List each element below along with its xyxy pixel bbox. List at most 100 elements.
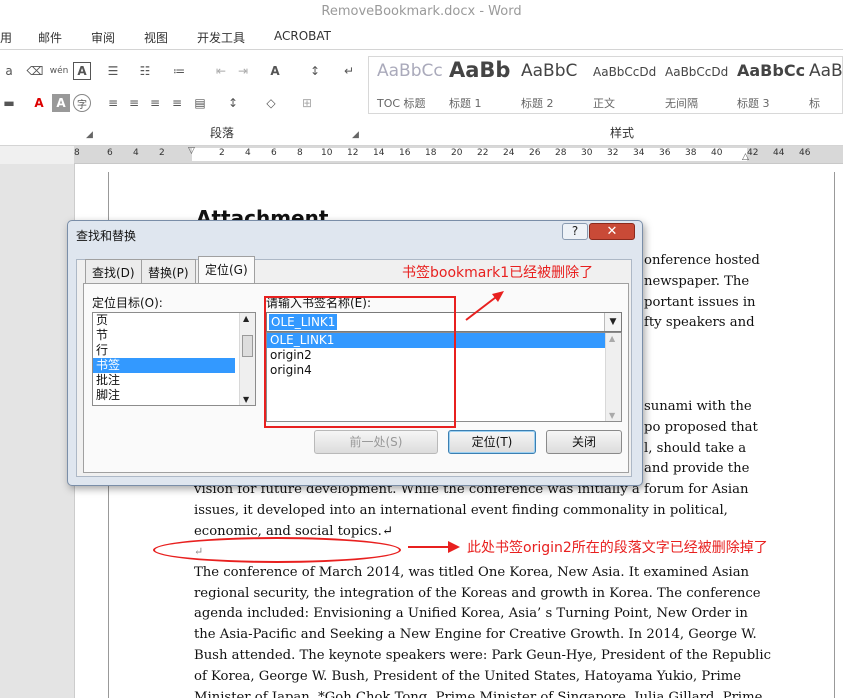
style-heading-2[interactable]: AaBbC 标题 2 xyxy=(515,57,587,113)
ruler-number: 18 xyxy=(425,148,437,158)
text-fragment: portant issues in xyxy=(644,295,756,310)
tab-acrobat[interactable]: ACROBAT xyxy=(274,29,331,43)
doc-line: The conference of March 2014, was titled… xyxy=(194,565,750,580)
tab-replace[interactable]: 替换(P) xyxy=(141,259,196,283)
align-left-icon[interactable]: ≡ xyxy=(104,94,122,112)
ruler-number: 4 xyxy=(245,148,251,158)
style-title[interactable]: AaBl 标 xyxy=(803,57,843,113)
borders-icon[interactable]: ⊞ xyxy=(298,94,316,112)
tab-goto[interactable]: 定位(G) xyxy=(198,256,255,284)
scroll-up-icon[interactable]: ▲ xyxy=(243,314,249,323)
doc-line: Bush attended. The keynote speakers were… xyxy=(194,648,771,663)
style-heading-3[interactable]: AaBbCc 标题 3 xyxy=(731,57,805,113)
increase-indent-icon[interactable]: ⇥ xyxy=(234,62,252,80)
ruler-number: 30 xyxy=(581,148,593,158)
scroll-thumb[interactable] xyxy=(242,335,253,357)
scroll-down-icon[interactable]: ▼ xyxy=(243,395,249,404)
text-fragment: l, should take a xyxy=(644,441,747,456)
align-right-icon[interactable]: ≡ xyxy=(146,94,164,112)
char-border-icon[interactable]: A xyxy=(73,62,91,80)
tab-find[interactable]: 查找(D) xyxy=(85,259,142,283)
text-fragment: newspaper. The xyxy=(644,274,750,289)
bookmark-list-scrollbar[interactable]: ▲ ▼ xyxy=(605,333,621,421)
ruler-number: 6 xyxy=(271,148,277,158)
text-fragment: sunami with the xyxy=(644,399,752,414)
right-indent-marker-icon[interactable]: △ xyxy=(742,152,749,162)
indent-marker-icon[interactable]: ▽ xyxy=(188,146,195,156)
doc-line: Minister of Japan, *Goh Chok Tong, Prime… xyxy=(194,690,763,698)
ribbon: a ⌫ wén A ☰ ☷ ≔ ⇤ ⇥ A ↕ ↵ ▬ A A 字 ≡ ≡ ≡ … xyxy=(0,50,843,146)
tab-use[interactable]: 用 xyxy=(0,29,12,46)
ruler-number: 46 xyxy=(799,148,811,158)
paragraph-launcher-icon[interactable]: ◢ xyxy=(352,130,359,140)
ruler-number: 22 xyxy=(477,148,489,158)
style-toc-heading[interactable]: AaBbCc TOC 标题 xyxy=(371,57,443,113)
font-grow-icon[interactable]: a xyxy=(0,62,18,80)
style-normal[interactable]: AaBbCcDd 正文 xyxy=(587,57,659,113)
list-item[interactable]: 行 xyxy=(93,343,255,358)
sort-icon[interactable]: ↕ xyxy=(306,62,324,80)
horizontal-ruler[interactable]: 8 6 4 2 2 4 6 8 10 12 14 16 18 20 22 24 … xyxy=(74,146,843,164)
annotation-highlight-box xyxy=(264,296,456,428)
shading-icon[interactable]: ◇ xyxy=(262,94,280,112)
dialog-title: 查找和替换 xyxy=(76,229,137,243)
scroll-up-icon[interactable]: ▲ xyxy=(609,334,615,343)
doc-line: regional security, the integration of th… xyxy=(194,586,761,601)
ruler-number: 8 xyxy=(297,148,303,158)
goto-target-label: 定位目标(O): xyxy=(92,296,163,310)
goto-button[interactable]: 定位(T) xyxy=(448,430,536,454)
list-item[interactable]: 脚注 xyxy=(93,388,255,403)
list-item[interactable]: 页 xyxy=(93,313,255,328)
help-button[interactable]: ? xyxy=(562,223,588,240)
list-item-selected[interactable]: 书签 xyxy=(93,358,235,373)
close-button[interactable]: 关闭 xyxy=(546,430,622,454)
align-center-icon[interactable]: ≡ xyxy=(125,94,143,112)
clear-format-icon[interactable]: ⌫ xyxy=(26,62,44,80)
justify-icon[interactable]: ≡ xyxy=(168,94,186,112)
tab-mailings[interactable]: 邮件 xyxy=(38,29,62,46)
distributed-icon[interactable]: ▤ xyxy=(191,94,209,112)
multilevel-list-icon[interactable]: ≔ xyxy=(170,62,188,80)
font-launcher-icon[interactable]: ◢ xyxy=(86,130,93,140)
annotation-ellipse xyxy=(153,537,401,563)
numbering-icon[interactable]: ☷ xyxy=(136,62,154,80)
style-no-spacing[interactable]: AaBbCcDd 无间隔 xyxy=(659,57,731,113)
enclose-char-icon[interactable]: 字 xyxy=(73,94,91,112)
ruler-number: 34 xyxy=(633,148,645,158)
char-shading-icon[interactable]: A xyxy=(52,94,70,112)
ruler-number: 26 xyxy=(529,148,541,158)
ruler-number: 6 xyxy=(107,148,113,158)
doc-line: the Asia-Pacific and Seeking a New Engin… xyxy=(194,627,757,642)
show-marks-icon[interactable]: ↵ xyxy=(340,62,358,80)
ruler-number: 40 xyxy=(711,148,723,158)
ruler-number: 8 xyxy=(74,148,80,158)
font-color-icon[interactable]: A xyxy=(30,94,48,112)
phonetic-guide-icon[interactable]: wén xyxy=(50,62,69,80)
ruler-number: 20 xyxy=(451,148,463,158)
target-list-scrollbar[interactable]: ▲ ▼ xyxy=(239,313,255,405)
line-spacing-icon[interactable]: ↕ xyxy=(224,94,242,112)
ruler-number: 28 xyxy=(555,148,567,158)
tab-view[interactable]: 视图 xyxy=(144,29,168,46)
scroll-down-icon[interactable]: ▼ xyxy=(609,411,615,420)
ruler-number: 32 xyxy=(607,148,619,158)
annotation-note-1: 书签bookmark1已经被删除了 xyxy=(402,265,594,281)
bullets-icon[interactable]: ☰ xyxy=(104,62,122,80)
ruler-number: 10 xyxy=(321,148,333,158)
tab-review[interactable]: 审阅 xyxy=(91,29,115,46)
chevron-down-icon[interactable]: ▼ xyxy=(604,313,621,331)
text-fragment: onference hosted xyxy=(644,253,760,268)
highlight-icon[interactable]: ▬ xyxy=(0,94,18,112)
previous-button[interactable]: 前一处(S) xyxy=(314,430,438,454)
decrease-indent-icon[interactable]: ⇤ xyxy=(212,62,230,80)
window-title: RemoveBookmark.docx - Word xyxy=(0,0,843,24)
tab-developer[interactable]: 开发工具 xyxy=(197,29,245,46)
close-icon[interactable]: ✕ xyxy=(589,223,635,240)
goto-target-list[interactable]: 页 节 行 书签 批注 脚注 ▲ ▼ xyxy=(92,312,256,406)
style-heading-1[interactable]: AaBb 标题 1 xyxy=(443,57,515,113)
asian-layout-icon[interactable]: A xyxy=(266,62,284,80)
list-item[interactable]: 批注 xyxy=(93,373,255,388)
ruler-number: 44 xyxy=(773,148,785,158)
styles-gallery: AaBbCc TOC 标题 AaBb 标题 1 AaBbC 标题 2 AaBbC… xyxy=(368,56,843,114)
list-item[interactable]: 节 xyxy=(93,328,255,343)
